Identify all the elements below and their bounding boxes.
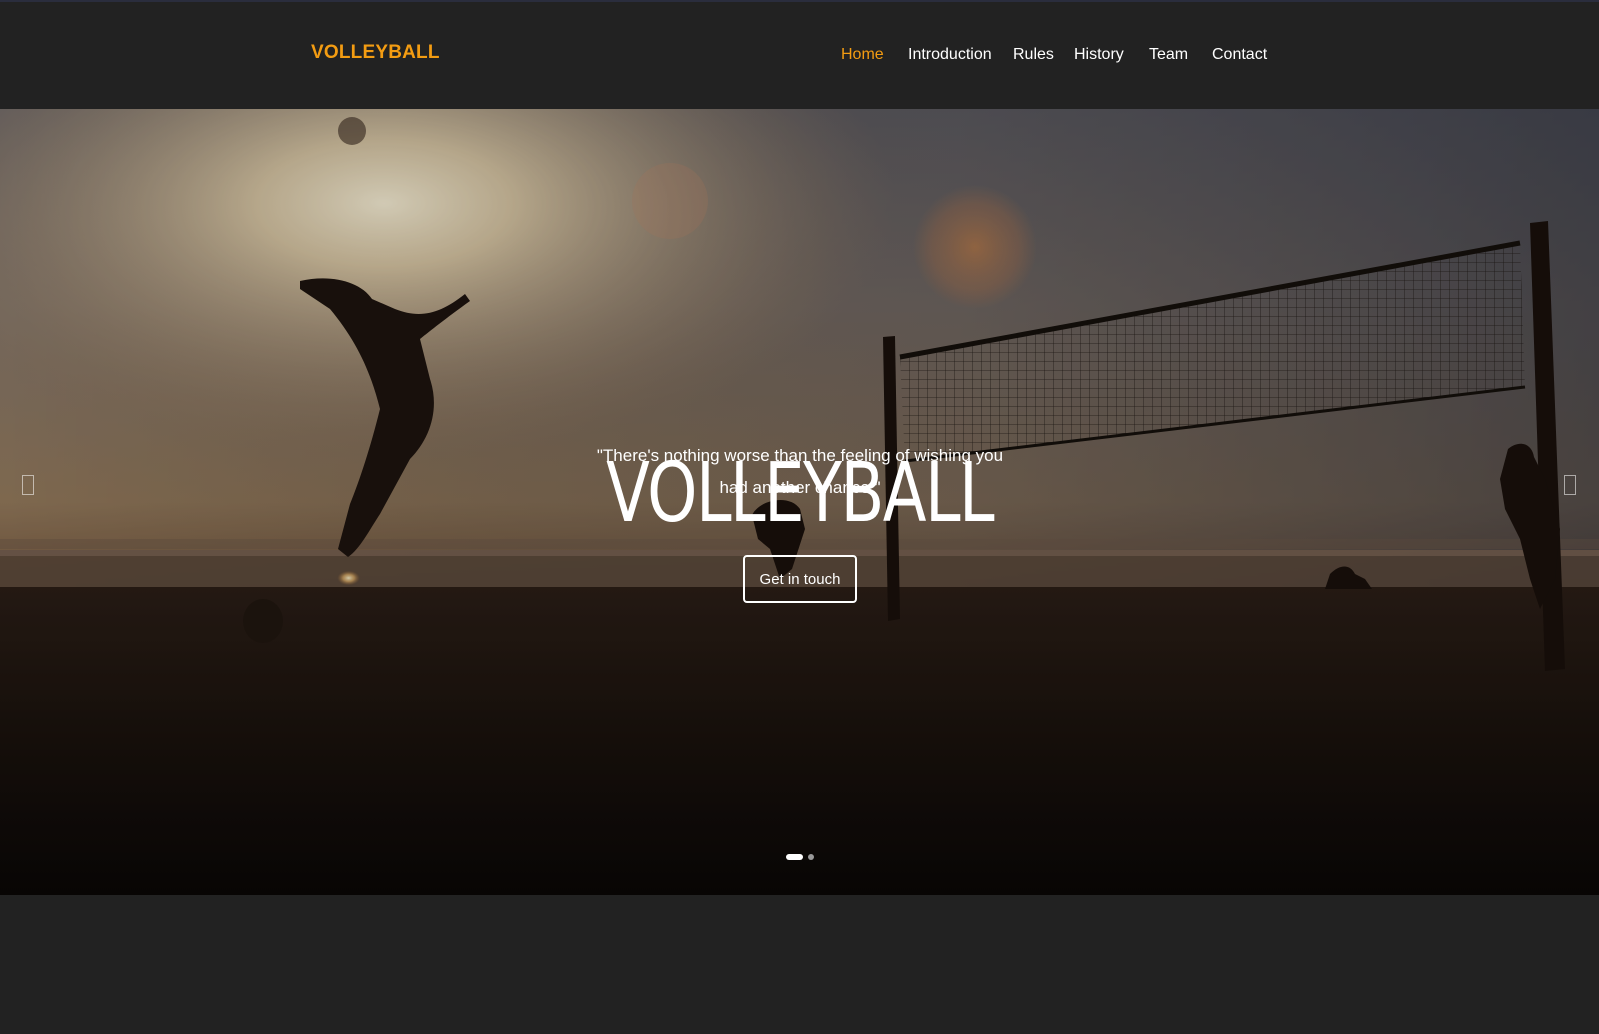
page-bottom-area [0,895,1599,1034]
nav-history[interactable]: History [1074,46,1124,64]
hero-carousel: VOLLEYBALL "There's nothing worse than t… [0,109,1599,895]
site-header: VOLLEYBALL Home Introduction Rules Histo… [0,2,1599,109]
carousel-next-button[interactable] [1562,473,1578,497]
hero-quote-line-2: had another chance." [719,478,881,497]
chevron-left-icon [22,475,34,495]
chevron-right-icon [1564,475,1576,495]
nav-home[interactable]: Home [841,46,884,64]
carousel-prev-button[interactable] [20,473,36,497]
nav-contact[interactable]: Contact [1212,46,1267,64]
carousel-indicator-1[interactable] [786,854,803,860]
nav-team[interactable]: Team [1149,46,1188,64]
hero-quote-line-1: "There's nothing worse than the feeling … [596,446,1004,465]
nav-rules[interactable]: Rules [1013,46,1054,64]
main-nav: Home Introduction Rules History Team Con… [0,46,1599,70]
get-in-touch-button[interactable]: Get in touch [743,555,857,603]
carousel-indicators [0,854,1599,864]
hero-quote: "There's nothing worse than the feeling … [594,440,1006,504]
nav-introduction[interactable]: Introduction [908,46,992,64]
carousel-indicator-2[interactable] [808,854,814,860]
